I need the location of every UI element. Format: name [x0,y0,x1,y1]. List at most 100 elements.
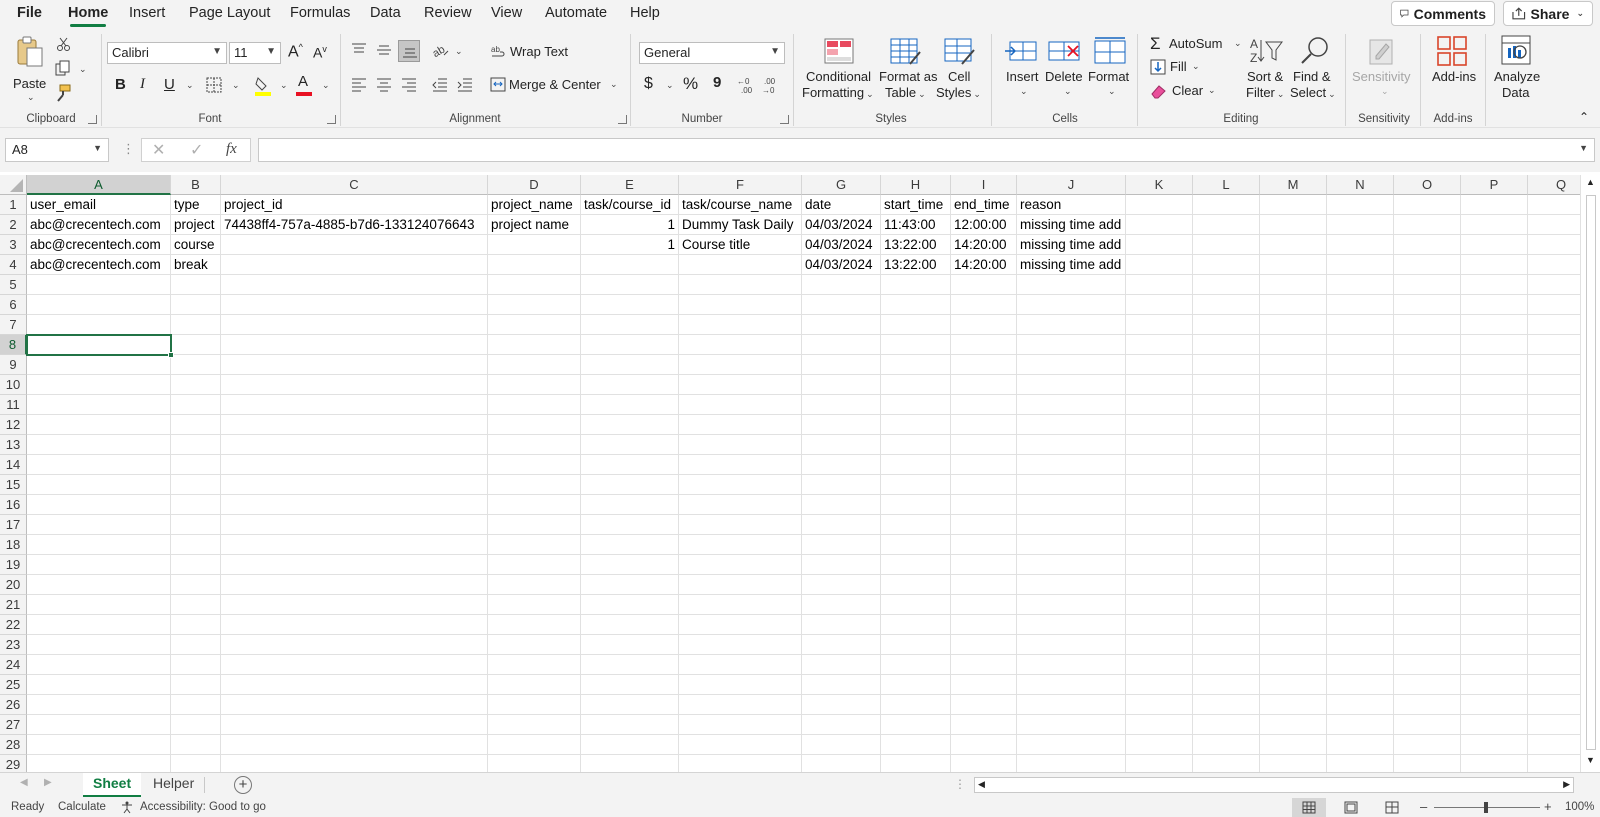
cell-m9[interactable] [1260,355,1327,375]
cell-n16[interactable] [1327,495,1394,515]
chevron-down-icon[interactable]: ⌄ [455,46,463,57]
cell-h24[interactable] [881,655,951,675]
cell-b28[interactable] [171,735,221,755]
cell-i20[interactable] [951,575,1017,595]
cell-h28[interactable] [881,735,951,755]
cell-m1[interactable] [1260,195,1327,215]
cell-l16[interactable] [1193,495,1260,515]
cell-n15[interactable] [1327,475,1394,495]
cell-j6[interactable] [1017,295,1126,315]
cell-i16[interactable] [951,495,1017,515]
cell-q8[interactable] [1528,335,1580,355]
insert-function-icon[interactable]: fx [226,141,237,158]
cell-k13[interactable] [1126,435,1193,455]
decrease-decimal-icon[interactable]: .00→0 [762,75,782,95]
cell-n13[interactable] [1327,435,1394,455]
cell-o12[interactable] [1394,415,1461,435]
row-header-9[interactable]: 9 [0,355,27,375]
row-header-17[interactable]: 17 [0,515,27,535]
cell-d16[interactable] [488,495,581,515]
cell-f28[interactable] [679,735,802,755]
cell-e13[interactable] [581,435,679,455]
calculate-button[interactable]: Calculate [58,801,106,813]
cell-l5[interactable] [1193,275,1260,295]
cell-c23[interactable] [221,635,488,655]
cell-q14[interactable] [1528,455,1580,475]
alignment-launcher-icon[interactable] [618,115,627,124]
cell-j8[interactable] [1017,335,1126,355]
cell-d8[interactable] [488,335,581,355]
analyze-data-button[interactable]: Analyze Data [1492,34,1542,106]
cell-k10[interactable] [1126,375,1193,395]
cell-o11[interactable] [1394,395,1461,415]
cell-d25[interactable] [488,675,581,695]
cell-i29[interactable] [951,755,1017,772]
spreadsheet-grid[interactable]: ABCDEFGHIJKLMNOPQ 1 2 3 4 5 6 7 8 9 10 11 12 13 14 15 1… [0,175,1580,772]
cell-o6[interactable] [1394,295,1461,315]
cell-n23[interactable] [1327,635,1394,655]
cell-k26[interactable] [1126,695,1193,715]
cell-d23[interactable] [488,635,581,655]
cell-d26[interactable] [488,695,581,715]
cell-o28[interactable] [1394,735,1461,755]
add-ins-button[interactable]: Add-ins [1428,34,1478,106]
cell-a6[interactable] [27,295,171,315]
cell-a19[interactable] [27,555,171,575]
menu-page-layout[interactable]: Page Layout [189,5,270,21]
cell-e2[interactable]: 1 [581,215,679,235]
collapse-ribbon-icon[interactable]: ⌃ [1579,110,1589,124]
cancel-icon[interactable]: ✕ [152,140,165,160]
cell-l4[interactable] [1193,255,1260,275]
cell-k23[interactable] [1126,635,1193,655]
percent-button[interactable]: % [683,74,698,94]
zoom-out-icon[interactable]: – [1420,799,1427,814]
cell-p15[interactable] [1461,475,1528,495]
column-header-n[interactable]: N [1327,175,1394,195]
cell-i15[interactable] [951,475,1017,495]
cell-i23[interactable] [951,635,1017,655]
column-header-g[interactable]: G [802,175,881,195]
cell-g1[interactable]: date [802,195,881,215]
underline-button[interactable]: U [164,76,175,93]
cell-m8[interactable] [1260,335,1327,355]
cell-q11[interactable] [1528,395,1580,415]
copy-icon[interactable] [54,60,72,78]
cell-e12[interactable] [581,415,679,435]
cell-d24[interactable] [488,655,581,675]
cell-a12[interactable] [27,415,171,435]
cell-c6[interactable] [221,295,488,315]
cell-i18[interactable] [951,535,1017,555]
delete-cells-button[interactable]: Delete ⌄ [1045,34,1085,106]
cell-h16[interactable] [881,495,951,515]
cell-o4[interactable] [1394,255,1461,275]
cell-k24[interactable] [1126,655,1193,675]
cell-n10[interactable] [1327,375,1394,395]
cell-j11[interactable] [1017,395,1126,415]
scroll-up-icon[interactable]: ▲ [1586,177,1595,187]
cell-l26[interactable] [1193,695,1260,715]
menu-data[interactable]: Data [370,5,401,21]
cell-i24[interactable] [951,655,1017,675]
cell-h15[interactable] [881,475,951,495]
cell-m13[interactable] [1260,435,1327,455]
align-bottom-button[interactable] [398,40,420,62]
cell-f16[interactable] [679,495,802,515]
cell-f24[interactable] [679,655,802,675]
cell-h25[interactable] [881,675,951,695]
cell-q27[interactable] [1528,715,1580,735]
cell-f7[interactable] [679,315,802,335]
cell-a28[interactable] [27,735,171,755]
cell-c12[interactable] [221,415,488,435]
insert-cells-button[interactable]: Insert ⌄ [1002,34,1042,106]
increase-indent-icon[interactable] [457,78,473,92]
cell-m23[interactable] [1260,635,1327,655]
column-header-l[interactable]: L [1193,175,1260,195]
cell-k2[interactable] [1126,215,1193,235]
cell-c4[interactable] [221,255,488,275]
cell-i13[interactable] [951,435,1017,455]
cell-d11[interactable] [488,395,581,415]
cell-i28[interactable] [951,735,1017,755]
column-header-f[interactable]: F [679,175,802,195]
cell-o14[interactable] [1394,455,1461,475]
cell-o24[interactable] [1394,655,1461,675]
